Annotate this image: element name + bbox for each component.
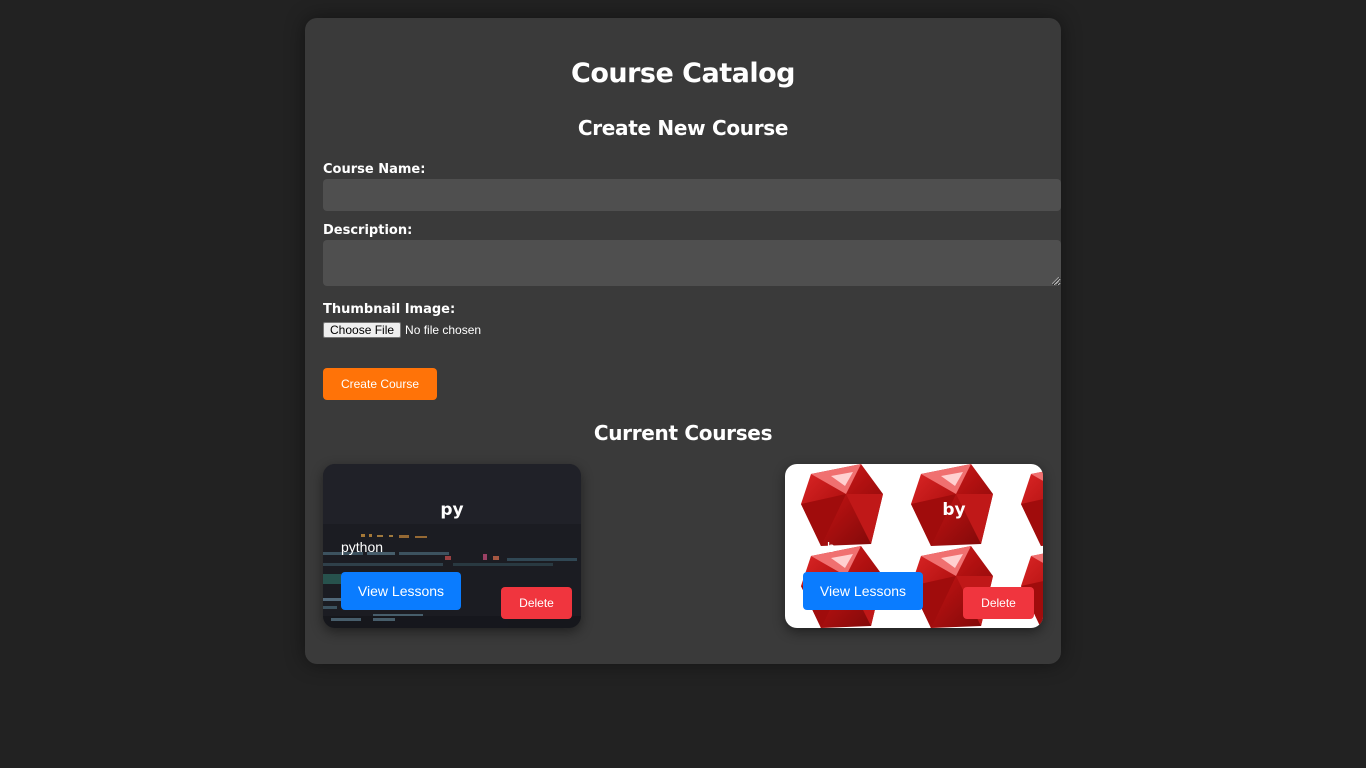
course-card-python: py python View Lessons Delete bbox=[323, 464, 581, 628]
delete-course-button[interactable]: Delete bbox=[501, 587, 572, 619]
course-catalog-panel: Course Catalog Create New Course Course … bbox=[305, 18, 1061, 664]
course-name-label: Course Name: bbox=[323, 162, 426, 177]
course-title: by bbox=[942, 500, 966, 520]
file-status-text: No file chosen bbox=[405, 323, 482, 337]
description-field-wrapper bbox=[323, 240, 1061, 286]
current-courses-heading: Current Courses bbox=[593, 421, 773, 445]
delete-course-button[interactable]: Delete bbox=[963, 587, 1034, 619]
course-description: python bbox=[341, 539, 384, 555]
course-description: b bbox=[827, 539, 835, 555]
description-label: Description: bbox=[323, 223, 413, 238]
create-course-button[interactable]: Create Course bbox=[323, 368, 437, 400]
view-lessons-button[interactable]: View Lessons bbox=[341, 572, 461, 610]
thumbnail-label: Thumbnail Image: bbox=[323, 302, 456, 317]
course-title: py bbox=[440, 500, 464, 520]
choose-file-button[interactable]: Choose File bbox=[323, 322, 402, 338]
course-name-input[interactable] bbox=[323, 179, 1061, 211]
page-title: Course Catalog bbox=[571, 58, 795, 89]
course-card-ruby: by b View Lessons Delete bbox=[785, 464, 1043, 628]
file-input: Choose File No file chosen bbox=[323, 322, 481, 338]
view-lessons-button[interactable]: View Lessons bbox=[803, 572, 923, 610]
description-textarea[interactable] bbox=[323, 240, 1061, 286]
create-course-heading: Create New Course bbox=[577, 116, 789, 140]
